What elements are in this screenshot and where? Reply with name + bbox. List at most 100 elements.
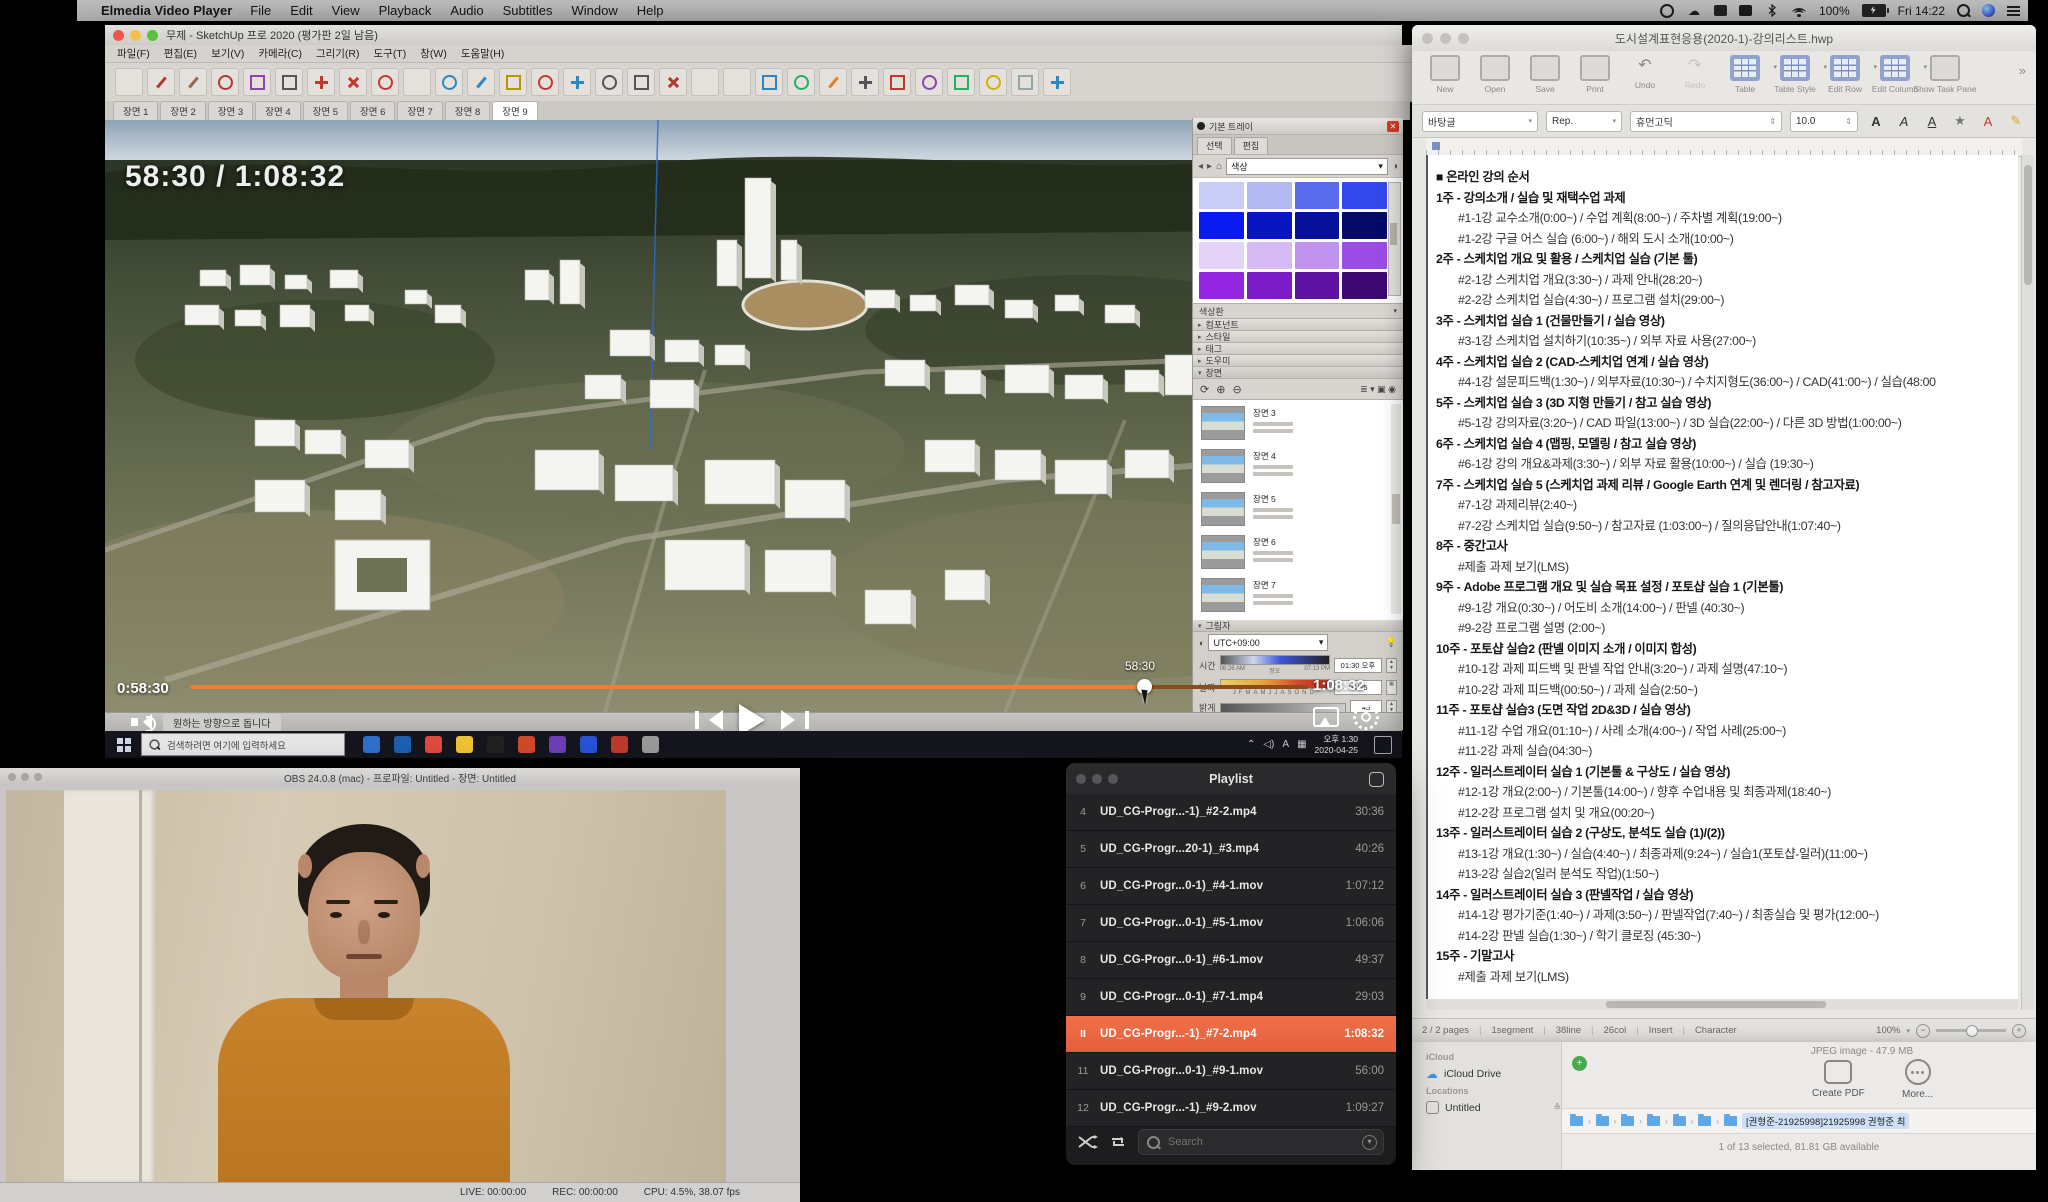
- su-menu-item[interactable]: 도움말(H): [461, 46, 505, 61]
- hwp-window-controls[interactable]: [1422, 33, 1469, 44]
- scene-item[interactable]: 장면 6: [1201, 535, 1389, 569]
- app-menu-title[interactable]: Elmedia Video Player: [101, 3, 232, 18]
- menu-item-playback[interactable]: Playback: [379, 3, 432, 18]
- battery-icon[interactable]: [1862, 4, 1886, 17]
- sidebar-item-untitled[interactable]: Untitled ≙: [1426, 1099, 1561, 1116]
- scene-item[interactable]: 장면 3: [1201, 406, 1389, 440]
- path-folder-icon[interactable]: [1698, 1116, 1711, 1126]
- menu-item-audio[interactable]: Audio: [450, 3, 483, 18]
- hwp-tool-table-style[interactable]: ▾Table Style: [1772, 55, 1818, 94]
- taskbar-app-icon-3[interactable]: [456, 736, 473, 753]
- time-slider[interactable]: [1220, 655, 1330, 665]
- back-arrow-icon[interactable]: ◂: [1198, 161, 1203, 172]
- volume-icon[interactable]: [131, 714, 153, 730]
- action-center-icon[interactable]: [1374, 736, 1392, 754]
- bookmark-status-icon[interactable]: [1714, 5, 1727, 16]
- eject-icon[interactable]: ≙: [1553, 1102, 1561, 1113]
- scene-tab[interactable]: 장면 6: [350, 101, 395, 120]
- scene-tab[interactable]: 장면 3: [208, 101, 253, 120]
- rep-combo[interactable]: Rep.▾: [1546, 111, 1622, 132]
- toolbar-overflow[interactable]: »: [2019, 55, 2026, 78]
- scene-tab[interactable]: 장면 4: [255, 101, 300, 120]
- menu-clock[interactable]: Fri 14:22: [1898, 4, 1945, 18]
- sidebar-item-icloud-drive[interactable]: ☁ iCloud Drive: [1426, 1065, 1561, 1082]
- tab-select[interactable]: 선택: [1197, 137, 1232, 154]
- zoom-in-button[interactable]: +: [2012, 1024, 2026, 1038]
- scene-tab[interactable]: 장면 7: [397, 101, 442, 120]
- style-combo[interactable]: 바탕글▾: [1422, 111, 1538, 132]
- scene-tab[interactable]: 장면 2: [160, 101, 205, 120]
- color-swatch[interactable]: [1199, 212, 1244, 239]
- section-scenes[interactable]: ▾장면: [1193, 367, 1403, 379]
- zoom-out-button[interactable]: −: [1916, 1024, 1930, 1038]
- tool-icon-16[interactable]: [627, 68, 655, 96]
- su-menu-item[interactable]: 그리기(R): [316, 46, 360, 61]
- playlist-popout-icon[interactable]: [1369, 772, 1384, 787]
- playlist-row[interactable]: 12UD_CG-Progr...-1)_#9-2.mov1:09:27: [1066, 1090, 1396, 1127]
- material-dropdown[interactable]: 색상▾: [1226, 158, 1388, 175]
- path-folder-icon[interactable]: [1621, 1116, 1634, 1126]
- hwp-tool-redo[interactable]: ↷Redo: [1672, 55, 1718, 90]
- taskbar-app-icon-0[interactable]: [363, 736, 380, 753]
- hwp-tool-table[interactable]: ▾Table: [1722, 55, 1768, 94]
- scene-options-icons[interactable]: ≣ ▾ ▣ ◉: [1360, 384, 1396, 395]
- shadow-info-icon[interactable]: 💡: [1386, 637, 1397, 648]
- color-swatch[interactable]: [1295, 242, 1340, 269]
- hwp-vertical-scrollbar[interactable]: [2021, 155, 2034, 1010]
- shuffle-icon[interactable]: [1078, 1134, 1098, 1150]
- playlist-search-input[interactable]: [1166, 1135, 1352, 1149]
- italic-button[interactable]: A: [1894, 114, 1914, 129]
- tool-icon-21[interactable]: [787, 68, 815, 96]
- color-swatch[interactable]: [1199, 272, 1244, 299]
- color-swatch[interactable]: [1295, 272, 1340, 299]
- player-progress-knob[interactable]: [1137, 679, 1152, 694]
- path-folder-icon[interactable]: [1724, 1116, 1737, 1126]
- create-pdf-button[interactable]: Create PDF: [1812, 1060, 1865, 1099]
- player-progress-bar[interactable]: [190, 685, 1308, 689]
- add-scene-icon[interactable]: ⊕: [1216, 383, 1225, 396]
- effect-button[interactable]: ★: [1950, 113, 1970, 129]
- wifi-icon[interactable]: [1792, 5, 1807, 17]
- more-button[interactable]: More...: [1902, 1059, 1933, 1100]
- scene-tab[interactable]: 장면 1: [113, 101, 158, 120]
- path-folder-icon[interactable]: [1570, 1116, 1583, 1126]
- start-button[interactable]: [117, 738, 131, 752]
- tool-icon-10[interactable]: [435, 68, 463, 96]
- remove-scene-icon[interactable]: ⊖: [1232, 383, 1241, 396]
- path-current-folder[interactable]: [권형준-21925998]21925998 권형준 최: [1742, 1113, 1909, 1129]
- color-swatch[interactable]: [1247, 242, 1292, 269]
- hwp-tool-show-task-pane[interactable]: Show Task Pane: [1922, 55, 1968, 94]
- zoom-button[interactable]: [147, 30, 158, 41]
- tool-icon-7[interactable]: [339, 68, 367, 96]
- tool-icon-26[interactable]: [947, 68, 975, 96]
- taskbar-app-icon-7[interactable]: [580, 736, 597, 753]
- color-swatch[interactable]: [1247, 182, 1292, 209]
- hwp-tool-new[interactable]: New: [1422, 55, 1468, 94]
- taskbar-clock[interactable]: 오후 1:30 2020-04-25: [1315, 734, 1358, 755]
- menu-item-view[interactable]: View: [332, 3, 360, 18]
- tool-icon-22[interactable]: [819, 68, 847, 96]
- playlist-row[interactable]: 4UD_CG-Progr...-1)_#2-2.mp430:36: [1066, 794, 1396, 831]
- tray-close-icon[interactable]: ✕: [1387, 121, 1399, 132]
- taskbar-app-icon-1[interactable]: [394, 736, 411, 753]
- tool-icon-24[interactable]: [883, 68, 911, 96]
- scene-item[interactable]: 장면 7: [1201, 578, 1389, 612]
- siri-icon[interactable]: [1982, 4, 1995, 17]
- menu-item-file[interactable]: File: [250, 3, 271, 18]
- tool-icon-2[interactable]: [179, 68, 207, 96]
- tool-icon-14[interactable]: [563, 68, 591, 96]
- su-menu-item[interactable]: 파일(F): [117, 46, 150, 61]
- su-menu-item[interactable]: 보기(V): [211, 46, 244, 61]
- pin-icon[interactable]: [1197, 122, 1205, 130]
- search-options-icon[interactable]: ▾: [1362, 1135, 1377, 1150]
- hwp-tool-edit-row[interactable]: ▾Edit Row: [1822, 55, 1868, 94]
- palette-scrollbar[interactable]: [1388, 182, 1401, 296]
- color-swatch[interactable]: [1199, 242, 1244, 269]
- bluetooth-icon[interactable]: [1764, 4, 1780, 18]
- taskbar-app-icon-9[interactable]: [642, 736, 659, 753]
- next-button[interactable]: [781, 710, 809, 730]
- tool-icon-11[interactable]: [467, 68, 495, 96]
- tool-icon-3[interactable]: [211, 68, 239, 96]
- color-swatch[interactable]: [1342, 212, 1387, 239]
- tool-icon-20[interactable]: [755, 68, 783, 96]
